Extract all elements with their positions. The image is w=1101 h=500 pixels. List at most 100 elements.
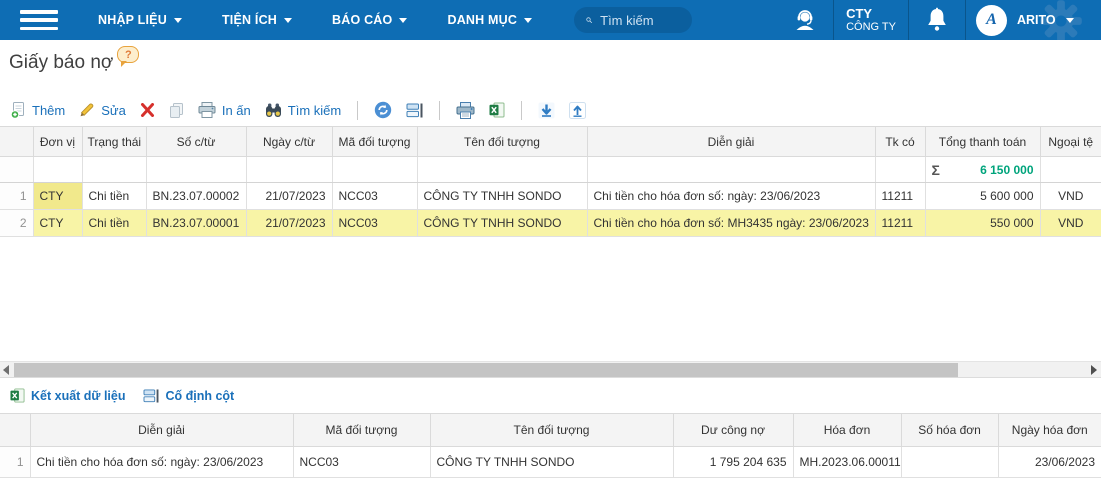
add-button[interactable]: Thêm [10, 102, 65, 119]
cell-ten-doi-tuong[interactable]: CÔNG TY TNHH SONDO [417, 183, 587, 210]
menu-tien-ich[interactable]: TIỆN ÍCH [208, 0, 306, 40]
cell-so-ctu[interactable]: BN.23.07.00001 [146, 210, 246, 237]
scroll-right-arrow[interactable] [1091, 365, 1097, 375]
freeze-columns-icon [143, 389, 159, 403]
col-header-ten-doi-tuong[interactable]: Tên đối tượng [430, 414, 673, 447]
freeze-columns-button[interactable] [406, 103, 423, 118]
col-header-ngoai-te[interactable]: Ngoại tệ [1040, 127, 1101, 157]
toolbar-divider [357, 101, 358, 120]
cell-don-vi[interactable]: CTY [33, 210, 82, 237]
company-selector[interactable]: CTY CÔNG TY [834, 6, 908, 34]
col-header-ma-doi-tuong[interactable]: Mã đối tượng [332, 127, 417, 157]
menu-nhap-lieu[interactable]: NHẬP LIỆU [84, 0, 196, 40]
page-title: Giấy báo nợ [9, 52, 113, 74]
find-button[interactable]: Tìm kiếm [265, 103, 341, 118]
cell-ngay-hoa-don[interactable]: 23/06/2023 [998, 447, 1101, 478]
search-input[interactable] [600, 13, 680, 28]
print-preview-button[interactable] [456, 102, 475, 119]
col-header-tong-thanh-toan[interactable]: Tổng thanh toán [925, 127, 1040, 157]
delete-button[interactable] [140, 103, 155, 117]
col-header-dien-giai[interactable]: Diễn giải [587, 127, 875, 157]
col-header-du-cong-no[interactable]: Dư công nợ [673, 414, 793, 447]
filter-cell[interactable] [332, 157, 417, 183]
col-header-so-hoa-don[interactable]: Số hóa đơn [901, 414, 998, 447]
col-header-ngay-ctu[interactable]: Ngày c/từ [246, 127, 332, 157]
horizontal-scrollbar[interactable] [0, 361, 1101, 378]
export-data-link[interactable]: Kết xuất dữ liệu [10, 388, 125, 403]
grid-header-row: Diễn giải Mã đối tượng Tên đối tượng Dư … [0, 414, 1101, 447]
filter-cell[interactable] [1040, 157, 1101, 183]
cell-tk-co[interactable]: 11211 [875, 210, 925, 237]
filter-cell[interactable] [417, 157, 587, 183]
edit-button[interactable]: Sửa [79, 102, 126, 118]
filter-cell[interactable] [587, 157, 875, 183]
freeze-columns-icon [406, 103, 423, 118]
menu-label: TIỆN ÍCH [222, 13, 277, 27]
cell-ngoai-te[interactable]: VND [1040, 210, 1101, 237]
col-header-dien-giai[interactable]: Diễn giải [30, 414, 293, 447]
cell-ma-doi-tuong[interactable]: NCC03 [332, 210, 417, 237]
export-excel-button[interactable] [489, 102, 505, 118]
chevron-down-icon [174, 18, 182, 23]
cell-tk-co[interactable]: 11211 [875, 183, 925, 210]
refresh-button[interactable] [374, 101, 392, 119]
col-header-ma-doi-tuong[interactable]: Mã đối tượng [293, 414, 430, 447]
cell-dien-giai[interactable]: Chi tiền cho hóa đơn số: MH3435 ngày: 23… [587, 210, 875, 237]
search-box[interactable] [574, 7, 692, 33]
main-menu: NHẬP LIỆU TIỆN ÍCH BÁO CÁO DANH MỤC [78, 0, 552, 40]
col-header-trang-thai[interactable]: Trạng thái [82, 127, 146, 157]
cell-ngoai-te[interactable]: VND [1040, 183, 1101, 210]
col-header-tk-co[interactable]: Tk có [875, 127, 925, 157]
cell-ngay-ctu[interactable]: 21/07/2023 [246, 210, 332, 237]
support-agent-icon[interactable] [777, 8, 833, 32]
cell-dien-giai[interactable]: Chi tiền cho hóa đơn số: ngày: 23/06/202… [587, 183, 875, 210]
help-icon[interactable]: ? [117, 46, 139, 63]
cell-tong-thanh-toan[interactable]: 5 600 000 [925, 183, 1040, 210]
cell-ma-doi-tuong[interactable]: NCC03 [293, 447, 430, 478]
cell-trang-thai[interactable]: Chi tiền [82, 183, 146, 210]
export-data-label: Kết xuất dữ liệu [31, 389, 125, 403]
upload-button[interactable] [569, 102, 586, 119]
copy-icon [169, 103, 184, 118]
cell-trang-thai[interactable]: Chi tiền [82, 210, 146, 237]
col-header-don-vi[interactable]: Đơn vị [33, 127, 82, 157]
cell-so-ctu[interactable]: BN.23.07.00002 [146, 183, 246, 210]
documents-grid: Đơn vị Trạng thái Số c/từ Ngày c/từ Mã đ… [0, 126, 1101, 237]
cell-tong-thanh-toan[interactable]: 550 000 [925, 210, 1040, 237]
cell-ten-doi-tuong[interactable]: CÔNG TY TNHH SONDO [417, 210, 587, 237]
menu-danh-muc[interactable]: DANH MỤC [433, 0, 546, 40]
menu-bao-cao[interactable]: BÁO CÁO [318, 0, 421, 40]
col-header-so-ctu[interactable]: Số c/từ [146, 127, 246, 157]
scrollbar-thumb[interactable] [14, 363, 958, 377]
refresh-icon [374, 101, 392, 119]
chevron-down-icon [284, 18, 292, 23]
copy-button[interactable] [169, 103, 184, 118]
freeze-columns-link[interactable]: Cố định cột [143, 389, 234, 403]
cell-don-vi[interactable]: CTY [33, 183, 82, 210]
filter-cell[interactable] [875, 157, 925, 183]
hamburger-menu-icon[interactable] [20, 10, 58, 30]
cell-ngay-ctu[interactable]: 21/07/2023 [246, 183, 332, 210]
user-menu[interactable]: A ARITO [966, 0, 1101, 40]
cell-du-cong-no[interactable]: 1 795 204 635 [673, 447, 793, 478]
notifications-bell-icon[interactable] [909, 7, 965, 33]
col-header-ten-doi-tuong[interactable]: Tên đối tượng [417, 127, 587, 157]
cell-ten-doi-tuong[interactable]: CÔNG TY TNHH SONDO [430, 447, 673, 478]
filter-cell[interactable] [33, 157, 82, 183]
cell-so-hoa-don[interactable] [901, 447, 998, 478]
arrow-up-icon [569, 102, 586, 119]
cell-ma-doi-tuong[interactable]: NCC03 [332, 183, 417, 210]
find-button-label: Tìm kiếm [288, 103, 341, 118]
topbar-right-cluster: CTY CÔNG TY [777, 0, 1101, 40]
col-header-ngay-hoa-don[interactable]: Ngày hóa đơn [998, 414, 1101, 447]
cell-hoa-don[interactable]: MH.2023.06.00011 [793, 447, 901, 478]
filter-cell[interactable] [146, 157, 246, 183]
download-button[interactable] [538, 102, 555, 119]
filter-cell[interactable] [82, 157, 146, 183]
scroll-left-arrow[interactable] [3, 365, 9, 375]
print-button[interactable]: In ấn [198, 102, 251, 118]
detail-grid: Diễn giải Mã đối tượng Tên đối tượng Dư … [0, 413, 1101, 478]
filter-cell[interactable] [246, 157, 332, 183]
cell-dien-giai[interactable]: Chi tiền cho hóa đơn số: ngày: 23/06/202… [30, 447, 293, 478]
col-header-hoa-don[interactable]: Hóa đơn [793, 414, 901, 447]
